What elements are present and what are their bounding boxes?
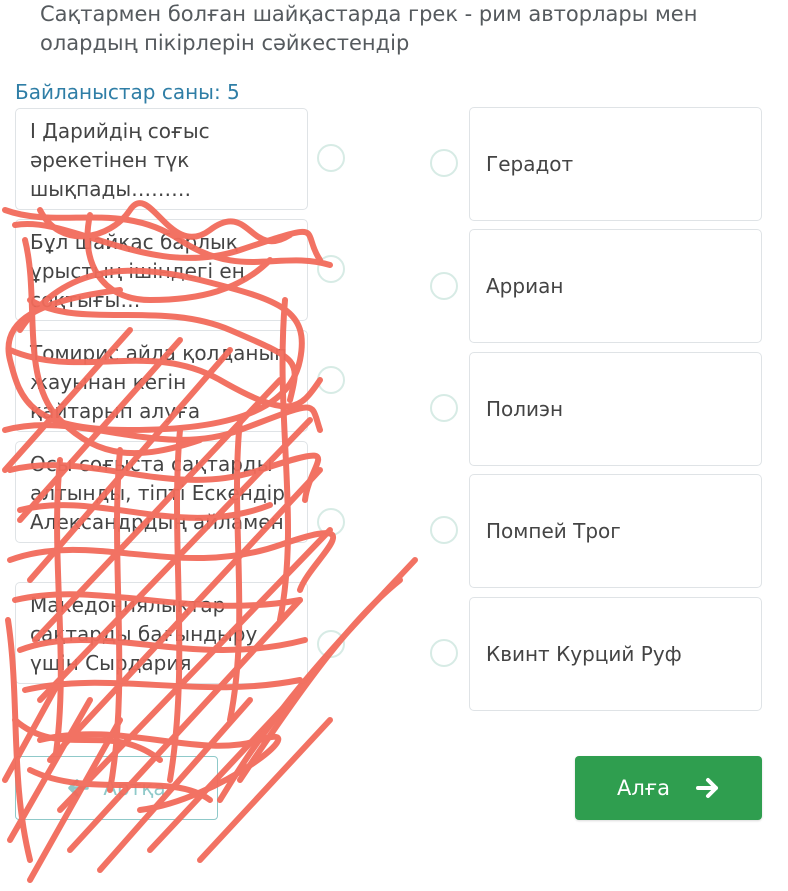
right-item-4[interactable]: Помпей Трог xyxy=(469,474,762,588)
right-connector-1[interactable] xyxy=(430,149,458,177)
question-text: Сақтармен болған шайқастарда грек - рим … xyxy=(40,0,720,58)
next-button[interactable]: Алға xyxy=(575,756,762,820)
right-item-3[interactable]: Полиэн xyxy=(469,352,762,466)
right-item-4-text: Помпей Трог xyxy=(486,518,621,543)
right-item-2-text: Арриан xyxy=(486,273,564,298)
left-item-1-text: І Дарийдің соғыс әрекетінен түк шықпады…… xyxy=(30,119,210,201)
arrow-left-icon xyxy=(67,778,90,798)
right-connector-2[interactable] xyxy=(430,272,458,300)
right-connector-3[interactable] xyxy=(430,394,458,422)
question-line-1: Сақтармен болған шайқастарда грек - рим … xyxy=(40,2,698,26)
right-item-3-text: Полиэн xyxy=(486,396,564,421)
right-connector-4[interactable] xyxy=(430,516,458,544)
left-connector-4[interactable] xyxy=(317,508,345,536)
right-item-1-text: Герадот xyxy=(486,151,574,176)
left-item-4[interactable]: Осы соғыста сақтарды алтынды, тіпті Еске… xyxy=(15,441,308,543)
arrow-right-icon xyxy=(696,777,720,799)
right-item-2[interactable]: Арриан xyxy=(469,229,762,343)
right-connector-5[interactable] xyxy=(430,639,458,667)
back-button-label: Артқа xyxy=(103,776,166,800)
next-button-label: Алға xyxy=(616,776,671,800)
left-connector-2[interactable] xyxy=(317,255,345,283)
left-item-2-text: Бұл шайқас барлық ұрыстың ішіндегі ең со… xyxy=(30,230,245,312)
left-connector-1[interactable] xyxy=(317,144,345,172)
left-item-3[interactable]: Томирис айла қолданып жауынан кегін қайт… xyxy=(15,330,308,432)
question-line-2: олардың пікірлерін сәйкестендір xyxy=(40,31,410,55)
right-item-1[interactable]: Герадот xyxy=(469,107,762,221)
left-connector-3[interactable] xyxy=(317,366,345,394)
right-item-5-text: Квинт Курций Руф xyxy=(486,641,682,666)
left-item-1[interactable]: І Дарийдің соғыс әрекетінен түк шықпады…… xyxy=(15,108,308,210)
left-item-5-text: Македониялықтар сақтарды бағындыру үшін … xyxy=(30,593,277,683)
left-item-2[interactable]: Бұл шайқас барлық ұрыстың ішіндегі ең со… xyxy=(15,219,308,321)
left-item-4-text: Осы соғыста сақтарды алтынды, тіпті Еске… xyxy=(30,452,285,542)
left-connector-5[interactable] xyxy=(317,630,345,658)
back-button[interactable]: Артқа xyxy=(15,756,218,820)
connections-counter: Байланыстар саны: 5 xyxy=(15,80,240,104)
left-item-5[interactable]: Македониялықтар сақтарды бағындыру үшін … xyxy=(15,582,308,684)
left-item-3-text: Томирис айла қолданып жауынан кегін қайт… xyxy=(30,341,288,431)
right-item-5[interactable]: Квинт Курций Руф xyxy=(469,597,762,711)
